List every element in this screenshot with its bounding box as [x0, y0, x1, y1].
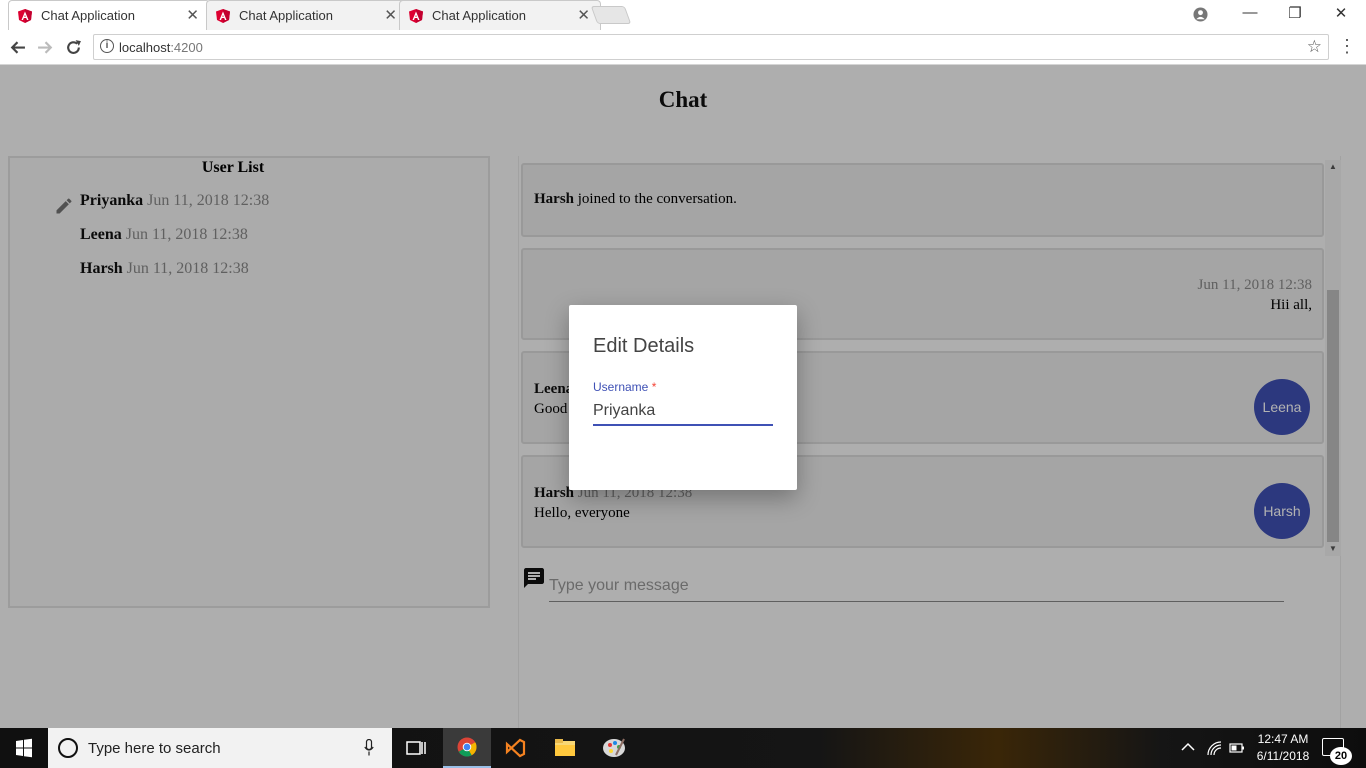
- paint-icon[interactable]: [590, 728, 638, 768]
- tab-title: Chat Application: [239, 8, 333, 23]
- taskbar-search-text: Type here to search: [88, 740, 221, 757]
- task-view-icon[interactable]: [392, 728, 440, 768]
- new-tab-button[interactable]: [590, 6, 632, 24]
- angular-favicon: [18, 9, 32, 23]
- tab-close-icon[interactable]: ✕: [577, 6, 590, 24]
- browser-tab-2[interactable]: Chat Application ✕: [206, 0, 408, 30]
- username-label: Username *: [593, 380, 657, 394]
- browser-tab-1[interactable]: Chat Application ✕: [8, 0, 210, 30]
- visual-studio-icon[interactable]: [491, 728, 539, 768]
- tab-title: Chat Application: [432, 8, 526, 23]
- menu-dots-icon[interactable]: ⋮: [1338, 36, 1356, 57]
- url-text: localhost:4200: [119, 40, 203, 55]
- notification-count-badge: 20: [1330, 747, 1352, 765]
- cortana-icon: [58, 738, 78, 758]
- clock-date: 6/11/2018: [1256, 749, 1310, 763]
- info-icon[interactable]: i: [100, 39, 114, 53]
- file-explorer-icon[interactable]: [541, 728, 589, 768]
- chevron-up-icon[interactable]: [1181, 742, 1195, 752]
- angular-favicon: [409, 9, 423, 23]
- tab-title: Chat Application: [41, 8, 135, 23]
- mic-icon[interactable]: [364, 739, 374, 756]
- angular-favicon: [216, 9, 230, 23]
- reload-icon[interactable]: [65, 39, 82, 56]
- battery-icon[interactable]: [1229, 741, 1245, 755]
- network-icon[interactable]: [1206, 740, 1222, 756]
- browser-tab-strip: Chat Application ✕ Chat Application ✕ Ch…: [0, 0, 1366, 30]
- windows-start-icon[interactable]: [0, 728, 48, 768]
- forward-arrow-icon[interactable]: [37, 39, 54, 56]
- browser-tab-3[interactable]: Chat Application ✕: [399, 0, 601, 30]
- taskbar: Type here to search 12:47 AM 6/11/2018 2…: [0, 728, 1366, 768]
- restore-button[interactable]: ❐: [1275, 4, 1315, 22]
- address-bar[interactable]: i localhost:4200 ☆: [93, 34, 1329, 60]
- window-close-button[interactable]: ✕: [1321, 4, 1361, 22]
- dialog-title: Edit Details: [593, 335, 695, 357]
- username-field[interactable]: [593, 398, 773, 426]
- star-icon[interactable]: ☆: [1307, 37, 1322, 57]
- chrome-icon[interactable]: [443, 728, 491, 768]
- tab-close-icon[interactable]: ✕: [186, 6, 199, 24]
- taskbar-search[interactable]: Type here to search: [48, 728, 392, 768]
- browser-toolbar: i localhost:4200 ☆ ⋮: [0, 30, 1366, 65]
- minimize-button[interactable]: —: [1230, 4, 1270, 21]
- tab-close-icon[interactable]: ✕: [384, 6, 397, 24]
- taskbar-clock[interactable]: 12:47 AM 6/11/2018: [1248, 731, 1318, 765]
- clock-time: 12:47 AM: [1257, 732, 1309, 746]
- back-arrow-icon[interactable]: [9, 39, 26, 56]
- profile-icon[interactable]: [1193, 7, 1208, 22]
- edit-details-dialog: Edit Details Username *: [569, 305, 797, 490]
